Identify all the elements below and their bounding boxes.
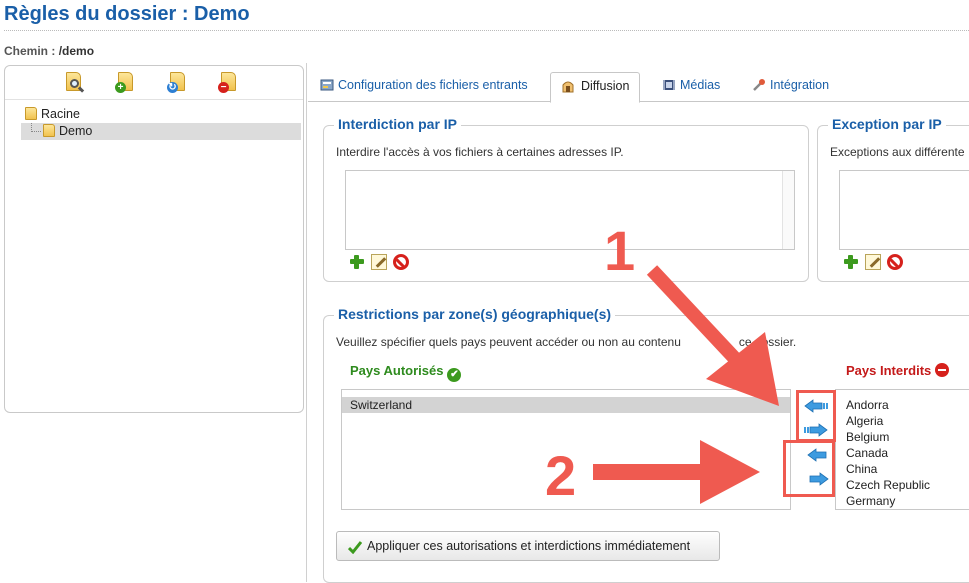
folder-icon	[43, 124, 55, 137]
edit-icon[interactable]	[865, 254, 881, 270]
ip-exception-panel: Exception par IP Exceptions aux différen…	[817, 116, 969, 282]
page-title: Règles du dossier : Demo	[4, 3, 250, 25]
tree-node-label: Racine	[41, 107, 80, 121]
folder-search-icon[interactable]	[61, 69, 87, 95]
tree-node-root[interactable]: Racine	[21, 106, 301, 123]
panel-divider	[306, 63, 307, 582]
geo-title: Restrictions par zone(s) géographique(s)	[334, 306, 616, 322]
tree-node-label: Demo	[59, 124, 93, 138]
add-icon[interactable]	[843, 254, 859, 270]
forbidden-header: Pays Interdits	[846, 363, 950, 378]
tab-label: Intégration	[770, 78, 830, 92]
tab-label: Diffusion	[581, 79, 630, 93]
folder-add-icon[interactable]: +	[113, 69, 139, 95]
allowed-header-label: Pays Autorisés	[350, 363, 444, 378]
delete-icon[interactable]	[393, 254, 409, 270]
forbidden-countries-list[interactable]: Andorra Algeria Belgium Canada China Cze…	[835, 389, 969, 510]
forbidden-country-item[interactable]: Andorra	[836, 397, 969, 413]
tab-configuration[interactable]: Configuration des fichiers entrants	[318, 72, 528, 102]
diffusion-icon	[562, 81, 574, 93]
ip-exception-list[interactable]	[839, 170, 969, 250]
ip-block-tools	[349, 254, 415, 272]
path-value: /demo	[58, 44, 95, 58]
tab-medias[interactable]: Médias	[660, 72, 720, 102]
tree-connector	[31, 123, 41, 132]
checkmark-icon	[348, 541, 362, 554]
minus-icon	[935, 363, 950, 377]
add-icon[interactable]	[349, 254, 365, 270]
ip-block-title: Interdiction par IP	[334, 116, 462, 132]
annotation-number-1: 1	[604, 219, 636, 282]
ip-block-description: Interdire l'accès à vos fichiers à certa…	[336, 145, 624, 159]
tree-node-demo[interactable]: Demo	[21, 123, 301, 140]
forbidden-country-item[interactable]: Canada	[836, 445, 969, 461]
annotation-box-2	[783, 440, 835, 497]
ip-exception-title: Exception par IP	[828, 116, 946, 132]
check-icon: ✔	[447, 368, 462, 382]
forbidden-country-item[interactable]: Belgium	[836, 429, 969, 445]
tree-toolbar: + ↻ −	[5, 66, 303, 100]
tab-integration[interactable]: Intégration	[750, 72, 829, 102]
tab-diffusion[interactable]: Diffusion	[550, 72, 641, 103]
ip-exception-description: Exceptions aux différente	[830, 145, 965, 159]
allowed-header: Pays Autorisés ✔	[350, 363, 462, 382]
media-icon	[663, 80, 675, 90]
ip-exception-tools	[843, 254, 909, 272]
tab-label: Configuration des fichiers entrants	[338, 78, 528, 92]
annotation-box-1	[796, 390, 836, 442]
folder-tree-panel: + ↻ − Racine Demo	[4, 65, 304, 413]
apply-button-label: Appliquer ces autorisations et interdict…	[367, 539, 691, 553]
ip-block-list[interactable]	[345, 170, 795, 250]
folder-tree: Racine Demo	[21, 106, 301, 140]
folder-remove-icon[interactable]: −	[216, 69, 242, 95]
integration-icon	[753, 79, 765, 91]
tab-bar: Configuration des fichiers entrants Diff…	[308, 65, 969, 103]
forbidden-country-item[interactable]: Algeria	[836, 413, 969, 429]
geo-description-text: Veuillez spécifier quels pays peuvent ac…	[336, 335, 681, 349]
allowed-country-item[interactable]: Switzerland	[342, 397, 790, 413]
geo-description: Veuillez spécifier quels pays peuvent ac…	[336, 335, 796, 349]
geo-description-tail: ce dossier.	[738, 335, 797, 349]
config-icon	[320, 79, 334, 91]
forbidden-country-item[interactable]: China	[836, 461, 969, 477]
ip-block-panel: Interdiction par IP Interdire l'accès à …	[323, 116, 809, 282]
folder-refresh-icon[interactable]: ↻	[165, 69, 191, 95]
delete-icon[interactable]	[887, 254, 903, 270]
forbidden-country-item[interactable]: Germany	[836, 493, 969, 509]
apply-button[interactable]: Appliquer ces autorisations et interdict…	[336, 531, 720, 561]
tab-label: Médias	[680, 78, 721, 92]
breadcrumb: Chemin : /demo	[4, 44, 94, 58]
scrollbar[interactable]	[782, 171, 794, 249]
folder-icon	[25, 107, 37, 120]
annotation-number-2: 2	[545, 444, 577, 507]
forbidden-header-label: Pays Interdits	[846, 363, 932, 378]
edit-icon[interactable]	[371, 254, 387, 270]
title-divider	[4, 30, 969, 31]
forbidden-country-item[interactable]: Czech Republic	[836, 477, 969, 493]
path-label: Chemin :	[4, 44, 56, 58]
